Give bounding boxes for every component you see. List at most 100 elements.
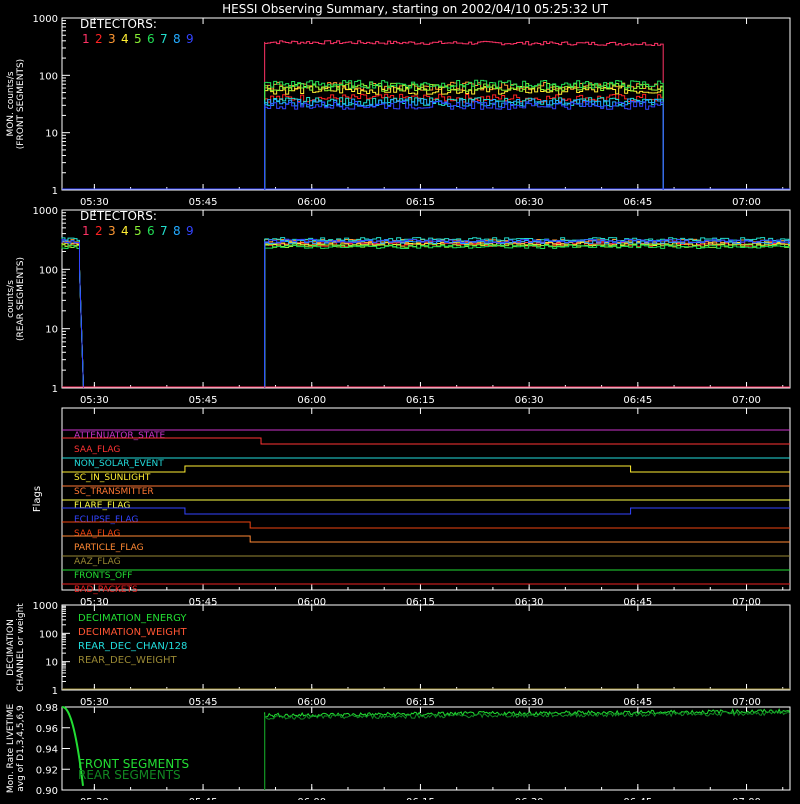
livetime-panel-ylabel-0: Mon. Rate LIVETIME bbox=[6, 704, 16, 794]
front-panel-legend-label-6: 6 bbox=[147, 32, 155, 46]
front-panel-legend-label-2: 2 bbox=[95, 32, 103, 46]
rear-panel-xtick-label: 07:00 bbox=[732, 395, 761, 406]
front-panel-legend-label-8: 8 bbox=[173, 32, 181, 46]
rear-panel-xtick-label: 06:15 bbox=[406, 395, 435, 406]
rear-panel-legend-label-2: 2 bbox=[95, 224, 103, 238]
flags-panel-flag-label-9: AAZ_FLAG bbox=[74, 557, 121, 567]
rear-panel-series-8 bbox=[264, 239, 790, 388]
flags-panel-flag-line-7 bbox=[62, 521, 790, 529]
front-panel-ytick-label: 100 bbox=[39, 71, 58, 82]
flags-panel-flag-label-5: FLARE_FLAG bbox=[74, 501, 130, 511]
rear-panel-ytick-label: 10 bbox=[45, 325, 58, 336]
livetime-panel-ytick-label: 0.92 bbox=[36, 765, 58, 776]
front-panel-legend-label-7: 7 bbox=[160, 32, 168, 46]
decimation-panel-xtick-label: 07:00 bbox=[732, 697, 761, 708]
front-panel-ytick-label: 10 bbox=[45, 129, 58, 140]
rear-panel-ylabel-1: (REAR SEGMENTS) bbox=[16, 257, 26, 341]
rear-panel-series-4 bbox=[264, 241, 790, 388]
front-panel-ytick-label: 1000 bbox=[33, 14, 58, 25]
front-panel-xtick-label: 06:45 bbox=[623, 197, 652, 208]
livetime-panel-ytick-label: 0.94 bbox=[36, 745, 58, 756]
flags-panel-flag-label-4: SC_TRANSMITTER bbox=[74, 487, 154, 497]
rear-panel-xtick-label: 05:45 bbox=[189, 395, 218, 406]
decimation-panel-ytick-label: 100 bbox=[39, 629, 58, 640]
decimation-panel-ytick-label: 1 bbox=[52, 686, 58, 697]
flags-panel-flag-label-6: ECLIPSE_FLAG bbox=[74, 515, 138, 525]
flags-panel-flag-label-10: FRONTS_OFF bbox=[74, 571, 132, 581]
flags-panel-frame bbox=[61, 407, 791, 591]
decimation-panel-ylabel-1: CHANNEL or weight bbox=[16, 603, 26, 692]
livetime-panel-series-1 bbox=[264, 710, 791, 790]
livetime-panel-ytick-label: 0.90 bbox=[36, 786, 58, 797]
figure-canvas: HESSI Observing Summary, starting on 200… bbox=[6, 2, 791, 804]
flags-panel-flag-label-2: NON_SOLAR_EVENT bbox=[74, 459, 164, 469]
livetime-panel-ytick-label: 0.96 bbox=[36, 724, 58, 735]
observing-summary-figure: HESSI Observing Summary, starting on 200… bbox=[0, 0, 800, 804]
rear-panel-ylabel-0: counts/s bbox=[6, 280, 16, 318]
rear-panel-legend-label-9: 9 bbox=[186, 224, 194, 238]
flags-panel-flag-line-3 bbox=[62, 465, 790, 473]
rear-panel-early-series-7 bbox=[61, 237, 84, 389]
front-panel-xtick-label: 06:30 bbox=[515, 197, 544, 208]
rear-panel-series-3 bbox=[264, 238, 790, 388]
decimation-panel-xtick-label: 06:30 bbox=[515, 697, 544, 708]
flags-panel-flag-line-6 bbox=[62, 507, 790, 515]
front-panel-series-7 bbox=[264, 97, 664, 190]
rear-panel-legend-label-7: 7 bbox=[160, 224, 168, 238]
decimation-panel-legend-1: DECIMATION_WEIGHT bbox=[78, 627, 187, 638]
rear-panel-legend-label-1: 1 bbox=[82, 224, 90, 238]
flags-panel-flag-label-11: BAD_PACKETS bbox=[74, 585, 138, 595]
rear-panel-series-9 bbox=[264, 238, 790, 388]
flags-panel-flag-line-8 bbox=[62, 535, 790, 543]
rear-panel-early-series-4 bbox=[61, 241, 84, 389]
flags-panel-flag-label-7: SAA_FLAG bbox=[74, 529, 120, 539]
rear-panel-legend-label-5: 5 bbox=[134, 224, 142, 238]
front-panel-series-1 bbox=[264, 40, 664, 190]
flags-panel-flag-label-3: SC_IN_SUNLIGHT bbox=[74, 473, 151, 483]
decimation-panel-ylabel-0: DECIMATION bbox=[6, 619, 16, 676]
rear-panel-early-series-6 bbox=[61, 244, 84, 389]
front-panel-xtick-label: 05:45 bbox=[189, 197, 218, 208]
front-panel-series-9 bbox=[264, 100, 664, 190]
decimation-panel-xtick-label: 05:30 bbox=[80, 697, 109, 708]
front-panel-xtick-label: 06:15 bbox=[406, 197, 435, 208]
rear-panel-early-series-8 bbox=[61, 239, 84, 389]
front-panel-ylabel-1: (FRONT SEGMENTS) bbox=[16, 59, 26, 149]
decimation-panel-xtick-label: 06:00 bbox=[297, 697, 326, 708]
rear-panel-early-series-9 bbox=[61, 239, 84, 389]
flags-panel-flag-line-1 bbox=[62, 437, 790, 445]
decimation-panel-legend-3: REAR_DEC_WEIGHT bbox=[78, 655, 177, 666]
rear-panel-series-1 bbox=[264, 240, 790, 388]
front-panel-legend-label-1: 1 bbox=[82, 32, 90, 46]
front-panel-legend-label-5: 5 bbox=[134, 32, 142, 46]
flags-panel-flag-label-1: SAA_FLAG bbox=[74, 445, 120, 455]
rear-panel-series-6 bbox=[264, 244, 790, 388]
rear-panel-legend-label-8: 8 bbox=[173, 224, 181, 238]
rear-panel-ytick-label: 1 bbox=[52, 384, 58, 395]
rear-panel-ytick-label: 100 bbox=[39, 265, 58, 276]
rear-panel-series-5 bbox=[264, 243, 790, 388]
front-panel-legend-label-9: 9 bbox=[186, 32, 194, 46]
rear-panel-early-series-5 bbox=[61, 244, 84, 389]
front-panel-legend-title: DETECTORS: bbox=[80, 17, 157, 31]
decimation-panel-xtick-label: 06:15 bbox=[406, 697, 435, 708]
front-panel-legend-label-3: 3 bbox=[108, 32, 116, 46]
rear-panel-ytick-label: 1000 bbox=[33, 206, 58, 217]
front-panel-series-8 bbox=[264, 98, 664, 190]
livetime-panel-ytick-label: 0.98 bbox=[36, 703, 58, 714]
decimation-panel-legend-0: DECIMATION_ENERGY bbox=[78, 613, 187, 624]
flags-panel-ylabel: Flags bbox=[32, 486, 43, 512]
rear-panel-xtick-label: 06:30 bbox=[515, 395, 544, 406]
flags-panel-flag-label-8: PARTICLE_FLAG bbox=[74, 543, 144, 553]
front-panel-ylabel-0: MON. counts/s bbox=[6, 71, 16, 136]
livetime-panel-ylabel-1: avg of D1,3,4,5,6,9 bbox=[16, 705, 26, 792]
rear-panel-early-series-3 bbox=[61, 239, 84, 389]
front-panel-xtick-label: 07:00 bbox=[732, 197, 761, 208]
rear-panel-series-2 bbox=[264, 242, 790, 388]
livetime-panel-series-0 bbox=[264, 708, 790, 790]
rear-panel-legend-title: DETECTORS: bbox=[80, 209, 157, 223]
rear-panel-legend-label-4: 4 bbox=[121, 224, 129, 238]
rear-panel-series-7 bbox=[264, 237, 790, 388]
rear-panel-xtick-label: 06:45 bbox=[623, 395, 652, 406]
front-panel-xtick-label: 06:00 bbox=[297, 197, 326, 208]
